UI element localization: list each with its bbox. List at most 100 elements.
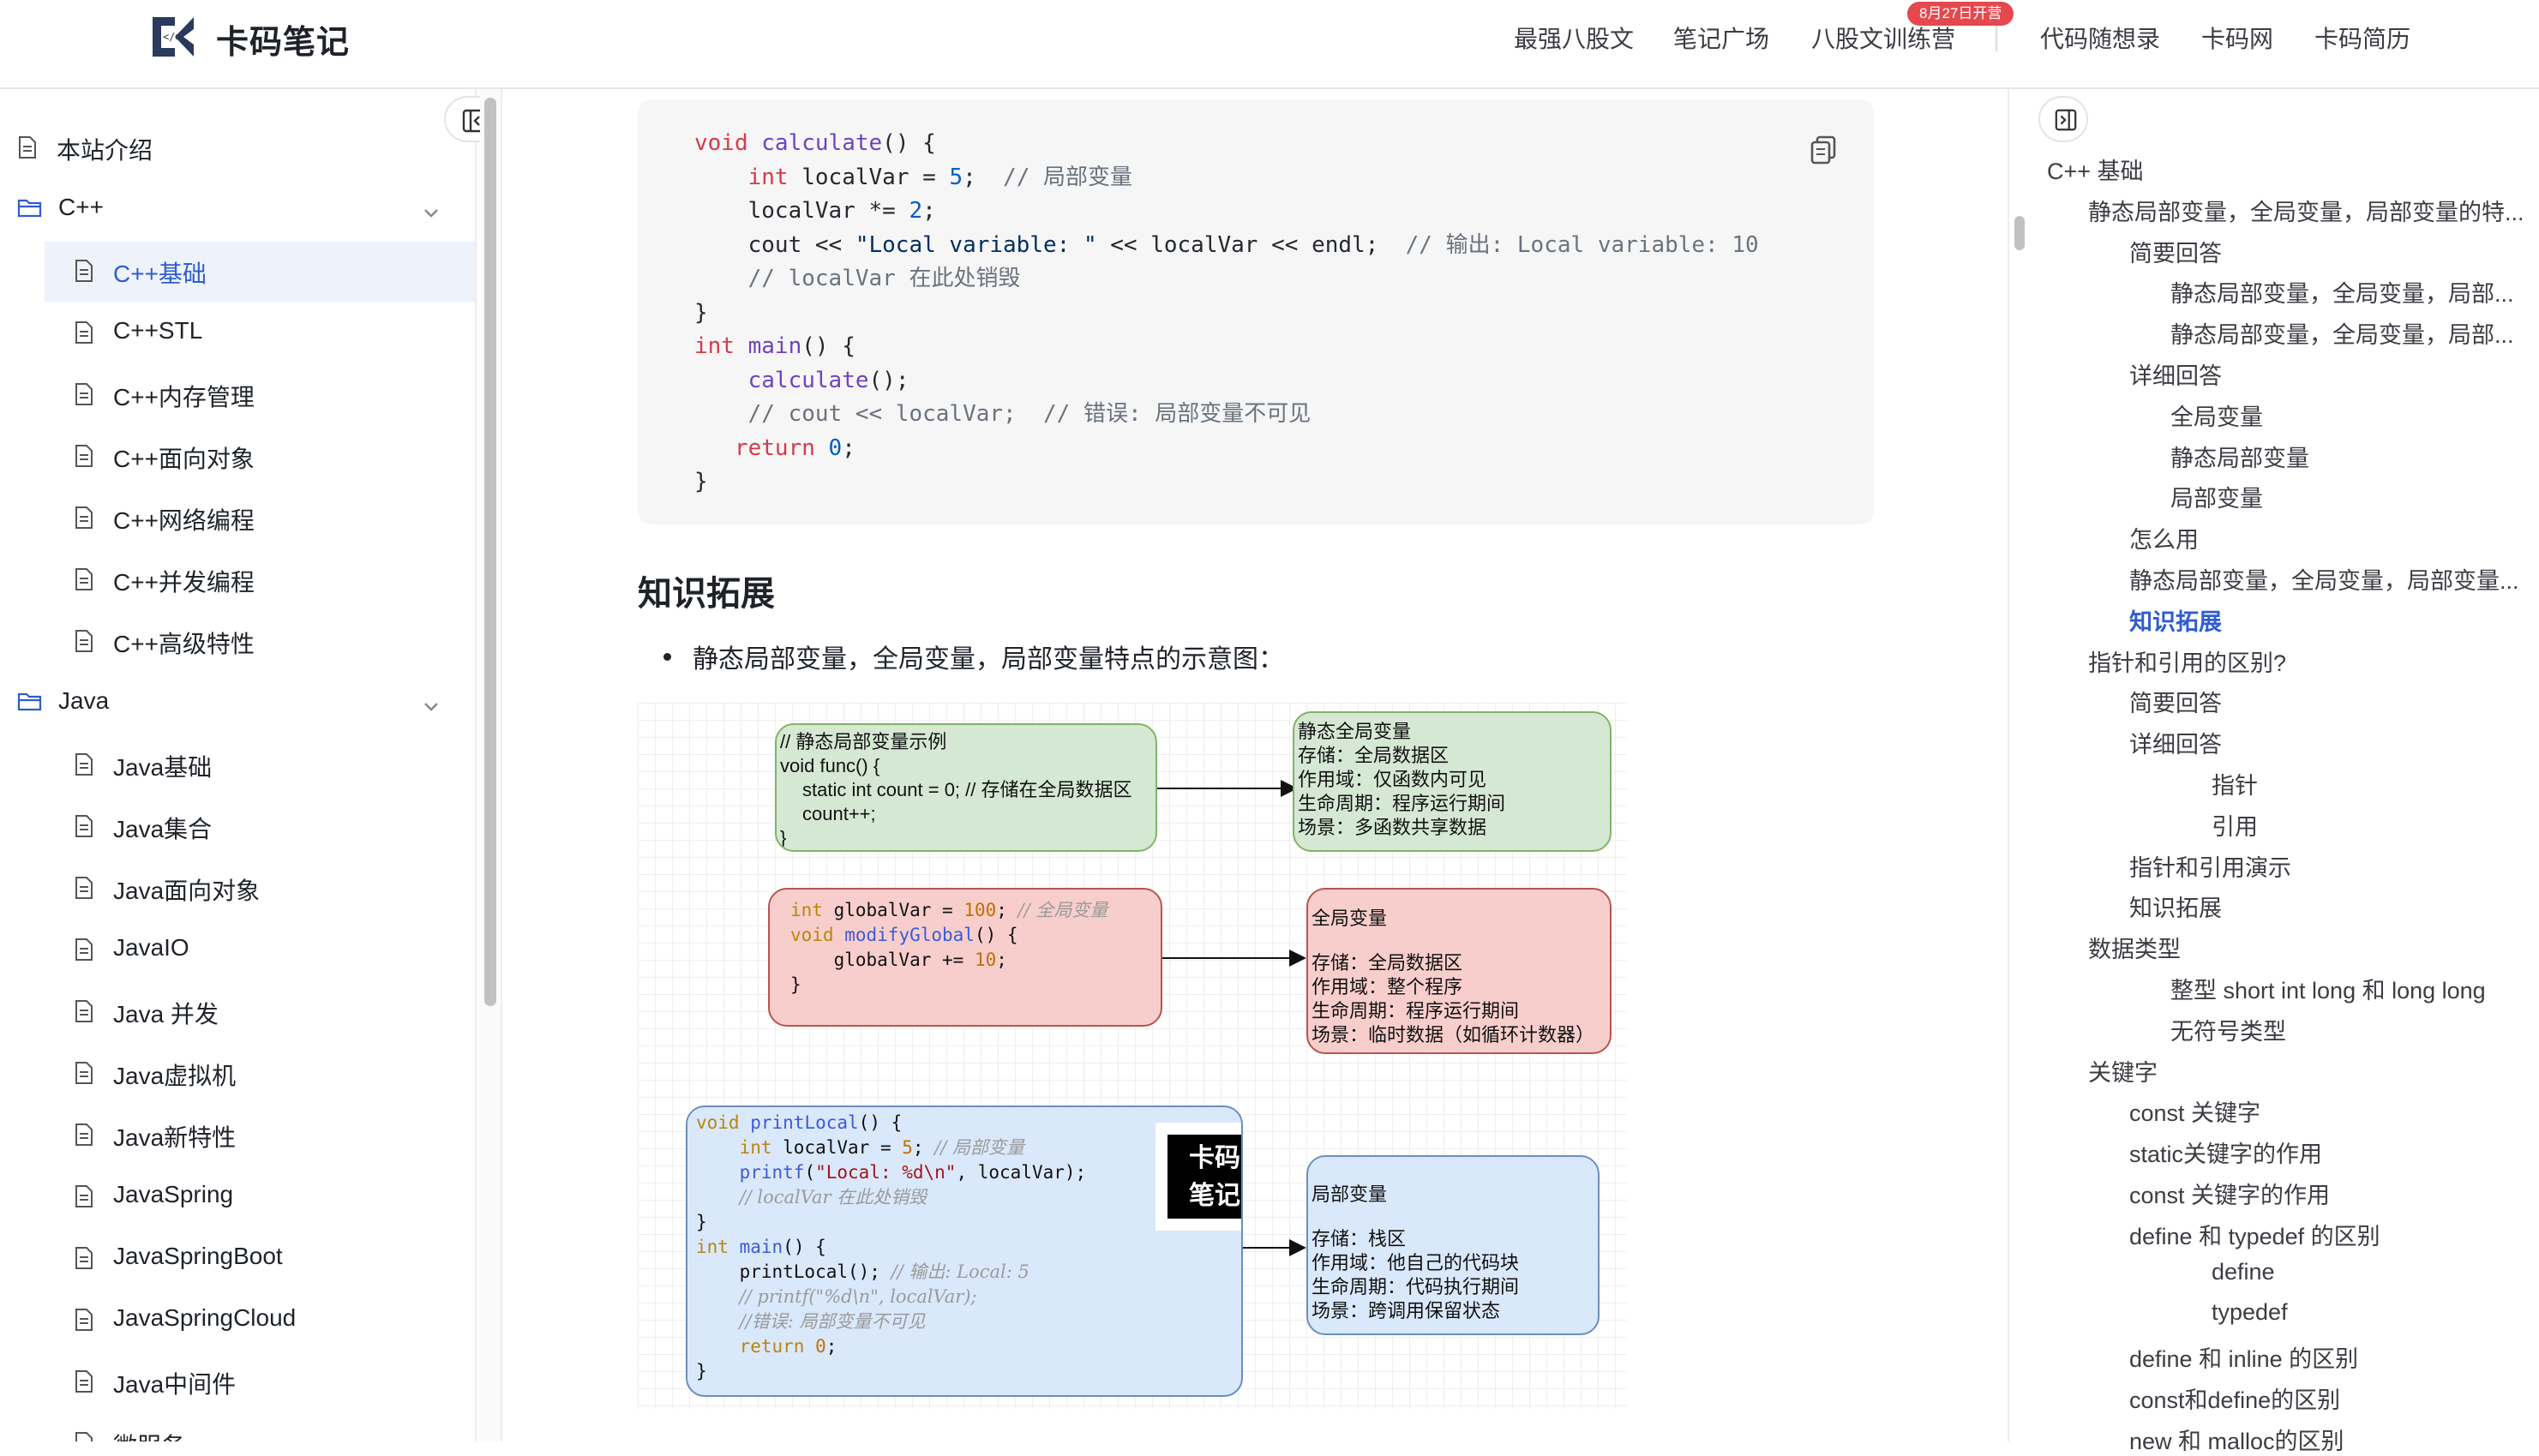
toc-item[interactable]: 简要回答 — [2129, 685, 2222, 718]
box-line: 场景：多函数共享数据 — [1298, 817, 1487, 838]
site-title[interactable]: 卡码笔记 — [216, 15, 350, 63]
nav-baguwen[interactable]: 最强八股文 — [1514, 21, 1634, 55]
toc-item[interactable]: 局部变量 — [2170, 480, 2263, 513]
toc-item[interactable]: new 和 malloc的区别 — [2129, 1423, 2344, 1456]
sidebar-item-javaio[interactable]: JavaIO — [0, 920, 475, 980]
toc-item[interactable]: C++ 基础 — [2047, 153, 2144, 186]
box-line: } — [780, 827, 787, 848]
code-line: } — [694, 299, 708, 326]
document-icon — [17, 135, 38, 165]
box-line: count++; — [802, 803, 876, 824]
document-icon — [74, 814, 94, 844]
sidebar-item-javaspring[interactable]: JavaSpring — [0, 1167, 475, 1227]
toc-item[interactable]: const 关键字的作用 — [2129, 1177, 2330, 1210]
code-line: calculate(); — [747, 367, 909, 393]
sidebar-item-c-基础[interactable]: C++基础 — [45, 242, 475, 302]
sidebar-item-c-[interactable]: C++ — [0, 180, 475, 240]
toc-item[interactable]: define 和 inline 的区别 — [2129, 1340, 2358, 1374]
code-line: } — [694, 469, 708, 494]
sidebar-item-label: C++内存管理 — [113, 384, 255, 410]
toc-item[interactable]: 指针和引用的区别? — [2088, 644, 2286, 678]
section-title: 知识拓展 — [638, 575, 775, 613]
document-icon — [74, 1431, 94, 1441]
sidebar-item-javaspringcloud[interactable]: JavaSpringCloud — [0, 1291, 475, 1351]
sidebar-item-c-内存管理[interactable]: C++内存管理 — [0, 365, 475, 425]
toc-item[interactable]: 全局变量 — [2170, 398, 2263, 432]
toc-item[interactable]: 知识拓展 — [2129, 890, 2222, 923]
local-code-box: void printLocal() { int localVar = 5; //… — [686, 1105, 1243, 1397]
nav-kama-resume[interactable]: 卡码简历 — [2314, 21, 2410, 55]
sidebar-item-label: Java中间件 — [113, 1371, 237, 1398]
document-icon — [74, 259, 94, 289]
box-line: 作用域：整个程序 — [1312, 976, 1463, 998]
code-line: cout << "Local variable: " << localVar <… — [694, 231, 1759, 258]
toc-item[interactable]: static关键字的作用 — [2129, 1135, 2322, 1169]
toggle-toc-button[interactable] — [2038, 96, 2088, 142]
toc-item[interactable]: 静态局部变量，全局变量，局部变量... — [2129, 562, 2519, 596]
sidebar-item-label: C++ — [58, 194, 104, 220]
sidebar-item-微服务[interactable]: 微服务 — [0, 1414, 475, 1441]
sidebar-item-java集合[interactable]: Java集合 — [0, 797, 475, 857]
global-desc-box: 全局变量 存储：全局数据区 作用域：整个程序 生命周期：程序运行期间 场景：临时… — [1306, 888, 1612, 1054]
sidebar-item-c-并发编程[interactable]: C++并发编程 — [0, 550, 475, 610]
toc-item[interactable]: 详细回答 — [2129, 726, 2222, 759]
sidebar-item-label: JavaSpringCloud — [113, 1304, 297, 1331]
sidebar-item-label: C++网络编程 — [113, 507, 255, 534]
sidebar-item-c-高级特性[interactable]: C++高级特性 — [0, 612, 475, 672]
toc-item[interactable]: 引用 — [2212, 808, 2258, 842]
sidebar-item-label: C++基础 — [113, 261, 207, 287]
sidebar-item-label: Java虚拟机 — [113, 1063, 237, 1089]
toc-item[interactable]: 整型 short int long 和 long long — [2170, 972, 2486, 1005]
toc-item[interactable]: define — [2212, 1259, 2275, 1285]
code-line: void calculate() { — [694, 130, 936, 156]
sidebar-item-c-stl[interactable]: C++STL — [0, 303, 475, 363]
chevron-down-icon[interactable] — [422, 201, 441, 228]
sidebar-item-java虚拟机[interactable]: Java虚拟机 — [0, 1044, 475, 1104]
toc-item[interactable]: 知识拓展 — [2129, 603, 2222, 637]
sidebar-item-java面向对象[interactable]: Java面向对象 — [0, 859, 475, 919]
sidebar-item-javaspringboot[interactable]: JavaSpringBoot — [0, 1229, 475, 1289]
kama-logo-icon[interactable]: </> — [151, 14, 197, 60]
document-icon — [74, 567, 94, 597]
toc-item[interactable]: 怎么用 — [2129, 521, 2199, 554]
toc-item[interactable]: 关键字 — [2088, 1054, 2158, 1088]
code-line: return 0; — [734, 434, 855, 461]
toc-item[interactable]: typedef — [2212, 1299, 2288, 1326]
variable-diagram: // 静态局部变量示例 void func() { static int cou… — [638, 703, 1627, 1409]
toc-item[interactable]: const 关键字 — [2129, 1094, 2260, 1128]
nav-kama-web[interactable]: 卡码网 — [2201, 21, 2273, 55]
sidebar-item-java基础[interactable]: Java基础 — [0, 735, 475, 795]
toc-item[interactable]: 数据类型 — [2088, 931, 2181, 964]
nav-notes-square[interactable]: 笔记广场 — [1673, 21, 1769, 55]
sidebar-item-本站介绍[interactable]: 本站介绍 — [0, 118, 475, 178]
page-scrollbar-thumb[interactable] — [2014, 216, 2025, 250]
toc-item[interactable]: 静态局部变量，全局变量，局部变量的特... — [2088, 194, 2524, 227]
sidebar-item-c-网络编程[interactable]: C++网络编程 — [0, 488, 475, 548]
stamp-text: 卡码 笔记 — [1167, 1135, 1241, 1219]
box-line: // 静态局部变量示例 — [780, 731, 947, 752]
toc-item[interactable]: 简要回答 — [2129, 235, 2222, 268]
sidebar-item-label: Java基础 — [113, 754, 213, 781]
nav-training-camp[interactable]: 八股文训练营 — [1811, 21, 1955, 55]
sidebar-item-java新特性[interactable]: Java新特性 — [0, 1105, 475, 1165]
toc-item[interactable]: 静态局部变量 — [2170, 440, 2309, 473]
sidebar-item-java中间件[interactable]: Java中间件 — [0, 1352, 475, 1412]
sidebar-item-java[interactable]: Java — [0, 674, 475, 734]
toc-item[interactable]: 详细回答 — [2129, 357, 2222, 391]
toc-item[interactable]: 静态局部变量，全局变量，局部... — [2170, 275, 2514, 309]
static-code-box: // 静态局部变量示例 void func() { static int cou… — [775, 723, 1157, 852]
sidebar-item-java-并发[interactable]: Java 并发 — [0, 982, 475, 1042]
toc-item[interactable]: const和define的区别 — [2129, 1381, 2340, 1415]
toc-item[interactable]: 静态局部变量，全局变量，局部... — [2170, 316, 2514, 350]
toc-item[interactable]: 指针和引用演示 — [2129, 849, 2291, 883]
copy-icon[interactable] — [1807, 132, 1841, 166]
sidebar-scrollbar-thumb[interactable] — [484, 98, 496, 1006]
toc-item[interactable]: define 和 typedef 的区别 — [2129, 1218, 2380, 1251]
code-line: // localVar 在此处销毁 — [747, 266, 1021, 291]
toc-item[interactable]: 无符号类型 — [2170, 1013, 2286, 1046]
toc-item[interactable]: 指针 — [2212, 767, 2258, 800]
sidebar-item-label: 本站介绍 — [57, 137, 153, 164]
chevron-down-icon[interactable] — [422, 694, 441, 722]
sidebar-item-c-面向对象[interactable]: C++面向对象 — [0, 427, 475, 487]
nav-code-notes[interactable]: 代码随想录 — [2040, 21, 2160, 55]
